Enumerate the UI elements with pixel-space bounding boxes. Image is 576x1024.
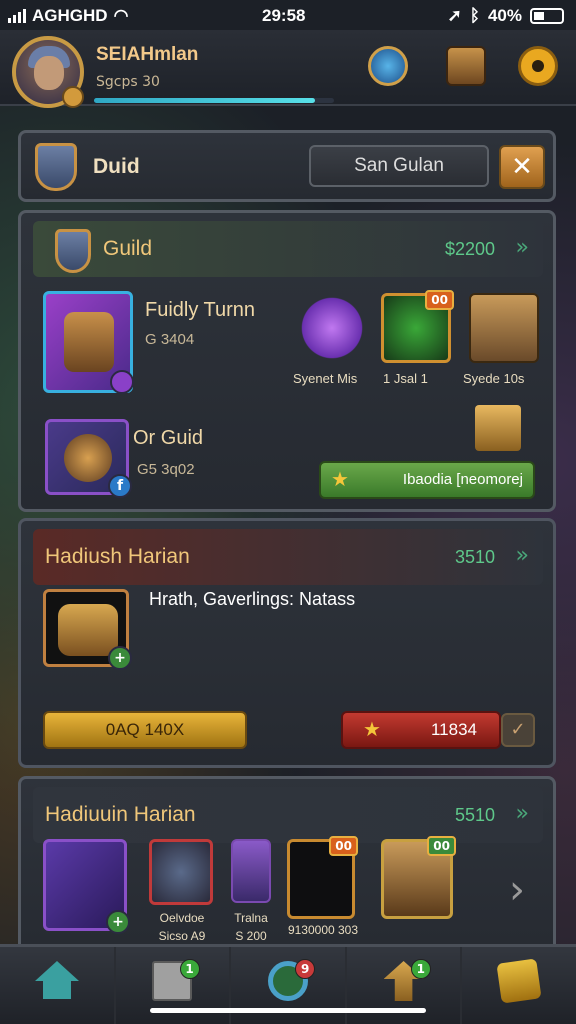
- close-button[interactable]: ✕: [499, 145, 545, 189]
- hero-badge-icon: f: [108, 474, 132, 498]
- expand-arrow-icon[interactable]: »: [516, 543, 529, 568]
- item-label: Tralna: [234, 911, 268, 925]
- guild-card: Guild $2200 » Fuidly Turnn G 3404 00 Sye…: [18, 210, 556, 512]
- bluetooth-icon: ᛒ: [469, 6, 480, 25]
- reward-label: 1 Jsal 1: [383, 371, 428, 386]
- battery-percent: 40%: [487, 6, 522, 25]
- expand-arrow-icon[interactable]: »: [516, 801, 529, 826]
- signal-icon: [8, 9, 26, 23]
- hero1-name: Fuidly Turnn: [145, 299, 256, 321]
- daily-desc: Hrath, Gaverlings: Natass: [149, 589, 356, 609]
- next-arrow-icon[interactable]: ›: [509, 867, 525, 913]
- item-label: S 200: [235, 929, 267, 943]
- helmet-item[interactable]: +: [43, 589, 132, 670]
- hero-card-2[interactable]: f: [45, 419, 132, 498]
- crystal-item[interactable]: +: [43, 839, 130, 934]
- nav-edit[interactable]: [462, 947, 576, 1024]
- guild-crest-icon: [35, 143, 77, 191]
- daily-card-2: Hadiuuin Harian 5510 » + 00 00 Oelvdoe S…: [18, 776, 556, 966]
- battery-icon: [530, 8, 564, 24]
- level-badge-icon: [62, 86, 84, 108]
- home-icon: [34, 961, 79, 999]
- shard-item[interactable]: [149, 839, 213, 905]
- helmet-icon: [58, 604, 118, 656]
- hero-badge-icon: [110, 370, 134, 394]
- gem-icon[interactable]: [368, 46, 408, 86]
- player-name: SEIAHmlan: [96, 44, 199, 65]
- hero2-name: Or Guid: [133, 427, 204, 449]
- nav-badge: 9: [295, 959, 316, 979]
- gold-action-button[interactable]: 0AQ 140X: [43, 711, 247, 749]
- item-label: Oelvdoe: [159, 911, 205, 925]
- plus-icon: +: [106, 910, 130, 934]
- chest-item[interactable]: 00: [381, 836, 456, 919]
- guild-card-price: $2200: [444, 239, 495, 259]
- expand-arrow-icon[interactable]: »: [516, 235, 529, 260]
- daily-card: Hadiush Harian 3510 » + Hrath, Gaverling…: [18, 518, 556, 768]
- player-sub: Sgcps 30: [96, 74, 160, 90]
- scroll-icon[interactable]: [475, 405, 521, 451]
- pencil-icon: [496, 958, 542, 1004]
- nav-home[interactable]: [0, 947, 116, 1024]
- plus-icon: +: [108, 646, 132, 670]
- wifi-icon: ◠: [113, 6, 129, 25]
- ice-item[interactable]: 00: [287, 836, 358, 919]
- daily-card-title: Hadiush Harian: [45, 545, 190, 568]
- item-label: Sicso A9: [158, 929, 206, 943]
- guild-bar-title: Duid: [93, 155, 140, 178]
- reward-count-badge: 00: [425, 290, 454, 310]
- hero1-sub: G 3404: [145, 331, 195, 348]
- hero-card-1[interactable]: [43, 291, 134, 394]
- item-count-badge: 00: [427, 836, 456, 856]
- daily-card-price: 3510: [454, 547, 495, 567]
- status-bar: AGHGHD ◠ 29:58 ➚ ᛒ 40%: [0, 0, 576, 32]
- daily-card-2-title: Hadiuuin Harian: [45, 803, 196, 826]
- home-indicator: [150, 1008, 426, 1013]
- golem-icon: [64, 434, 112, 482]
- guild-card-header: Guild $2200 »: [33, 221, 543, 277]
- nav-badge: 1: [410, 959, 431, 979]
- guild-shield-icon: [55, 229, 91, 273]
- red-action-button[interactable]: ★ 11834: [341, 711, 501, 749]
- knight-icon: [64, 312, 114, 372]
- settings-icon[interactable]: [518, 46, 558, 86]
- location-icon: ➚: [447, 6, 462, 25]
- potion-item[interactable]: [231, 839, 271, 903]
- daily-card-2-price: 5510: [454, 805, 495, 825]
- reward-chest[interactable]: [469, 293, 539, 363]
- daily-card-header: Hadiush Harian 3510 »: [33, 529, 543, 585]
- claim-green-button[interactable]: ★ Ibaodia [neomorej: [319, 461, 535, 499]
- player-header: SEIAHmlan Sgcps 30: [0, 30, 576, 108]
- nav-badge: 1: [179, 959, 200, 979]
- daily-card-2-header: Hadiuuin Harian 5510 »: [33, 787, 543, 843]
- carrier-label: AGHGHD: [32, 6, 108, 25]
- star-icon: ★: [363, 719, 381, 741]
- reward-green-item[interactable]: 00: [381, 290, 454, 363]
- star-icon: ★: [331, 469, 349, 491]
- reward-gem[interactable]: [297, 293, 367, 363]
- clock: 29:58: [262, 6, 306, 25]
- reward-label: Syenet Mis: [293, 371, 358, 386]
- guild-search-bar: Duid San Gulan ✕: [18, 130, 556, 202]
- reward-label: Syede 10s: [463, 371, 525, 386]
- hero2-sub: G5 3q02: [137, 461, 195, 478]
- xp-bar: [94, 98, 334, 103]
- guild-card-title: Guild: [103, 237, 153, 260]
- check-icon[interactable]: ✓: [501, 713, 535, 747]
- chest-icon[interactable]: [446, 46, 486, 86]
- search-guild-button[interactable]: San Gulan: [309, 145, 489, 187]
- item-count-badge: 00: [329, 836, 358, 856]
- item-label: 9130000 303: [287, 923, 359, 937]
